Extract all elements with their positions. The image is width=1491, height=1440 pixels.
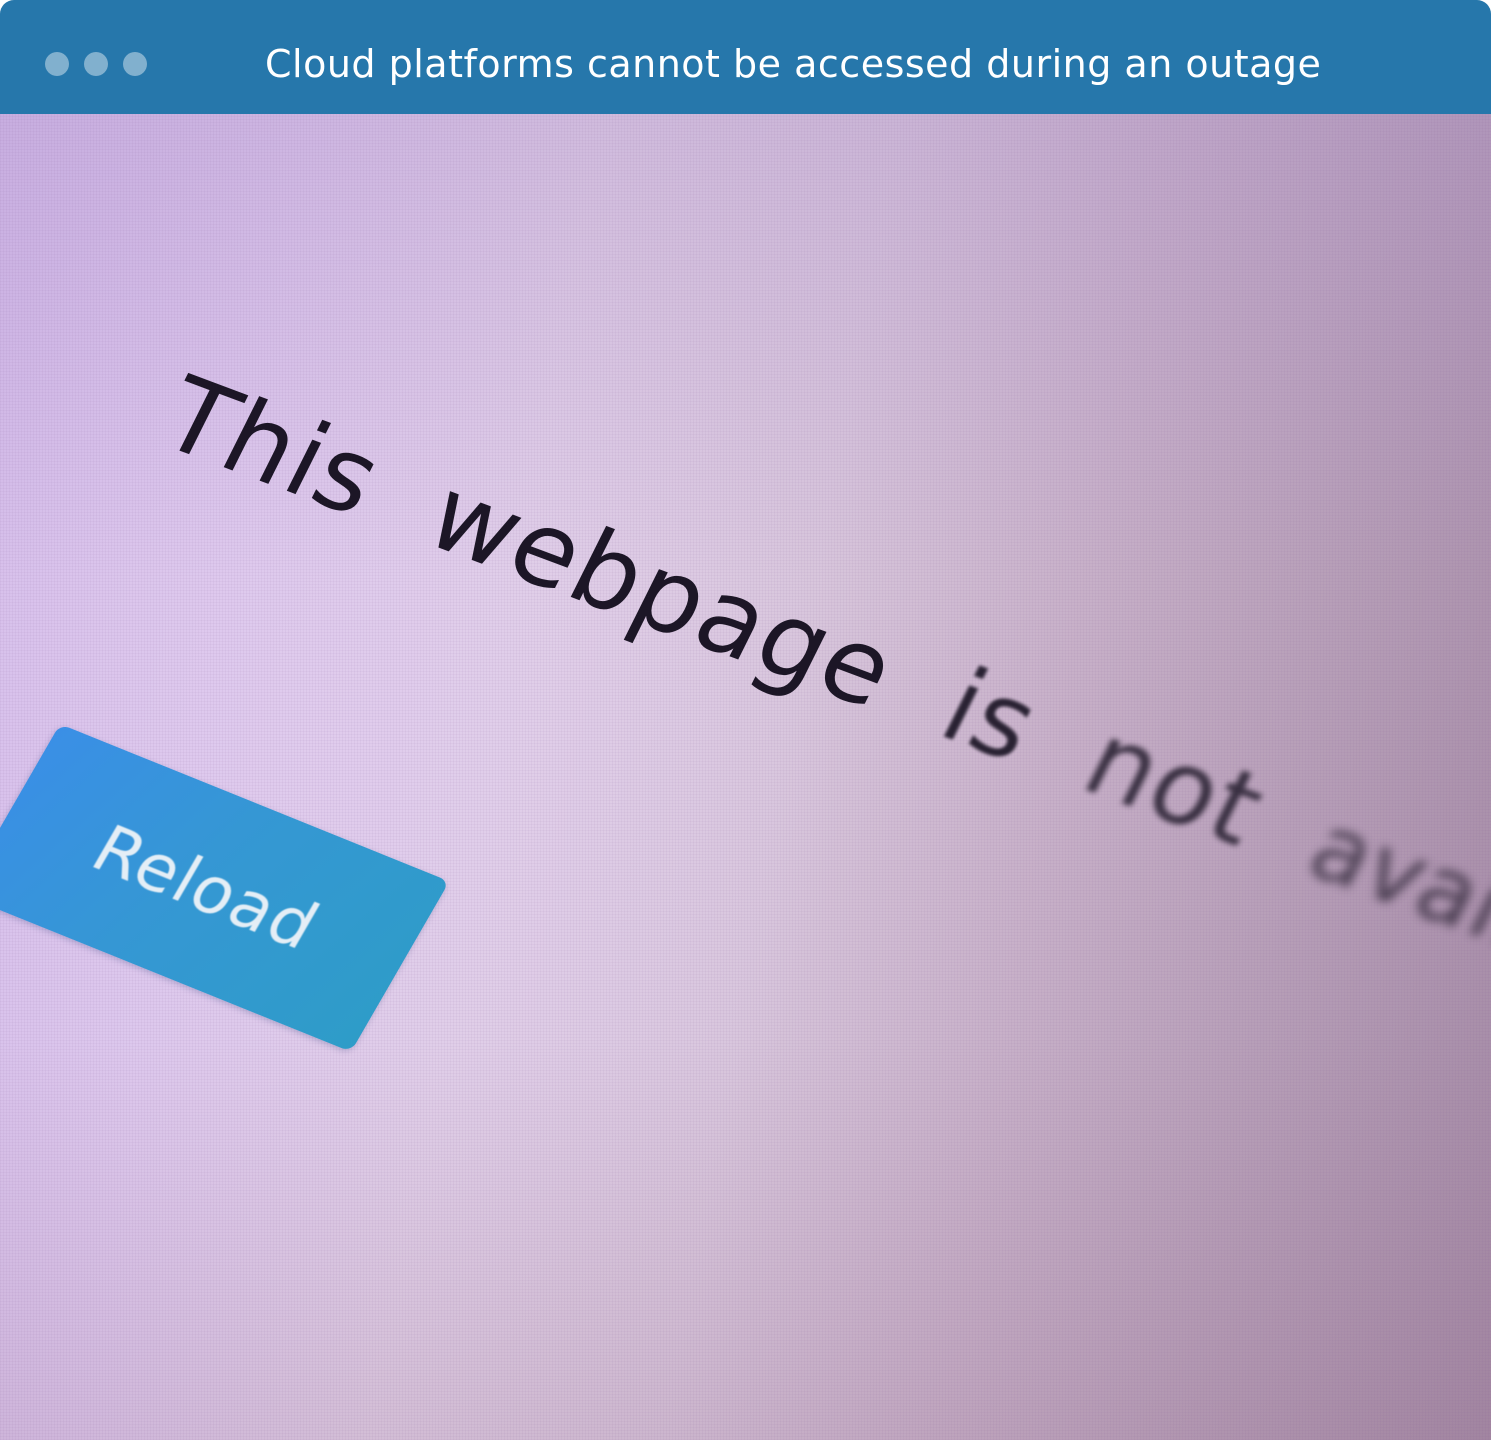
error-word: webpage — [409, 453, 916, 732]
window-controls — [45, 52, 147, 76]
error-word: not — [1066, 699, 1284, 870]
screen-photo: This webpage is not available Reload — [0, 114, 1491, 1440]
error-word: is — [923, 645, 1058, 786]
window-control-close-icon[interactable] — [45, 52, 69, 76]
error-word: This — [143, 354, 401, 540]
window-control-minimize-icon[interactable] — [84, 52, 108, 76]
window-control-maximize-icon[interactable] — [123, 52, 147, 76]
window-title: Cloud platforms cannot be accessed durin… — [265, 42, 1322, 86]
error-word: available — [1293, 794, 1491, 1040]
reload-button[interactable]: Reload — [0, 724, 450, 1052]
title-bar: Cloud platforms cannot be accessed durin… — [0, 0, 1491, 114]
reload-button-label: Reload — [79, 811, 332, 965]
app-window: Cloud platforms cannot be accessed durin… — [0, 0, 1491, 1440]
